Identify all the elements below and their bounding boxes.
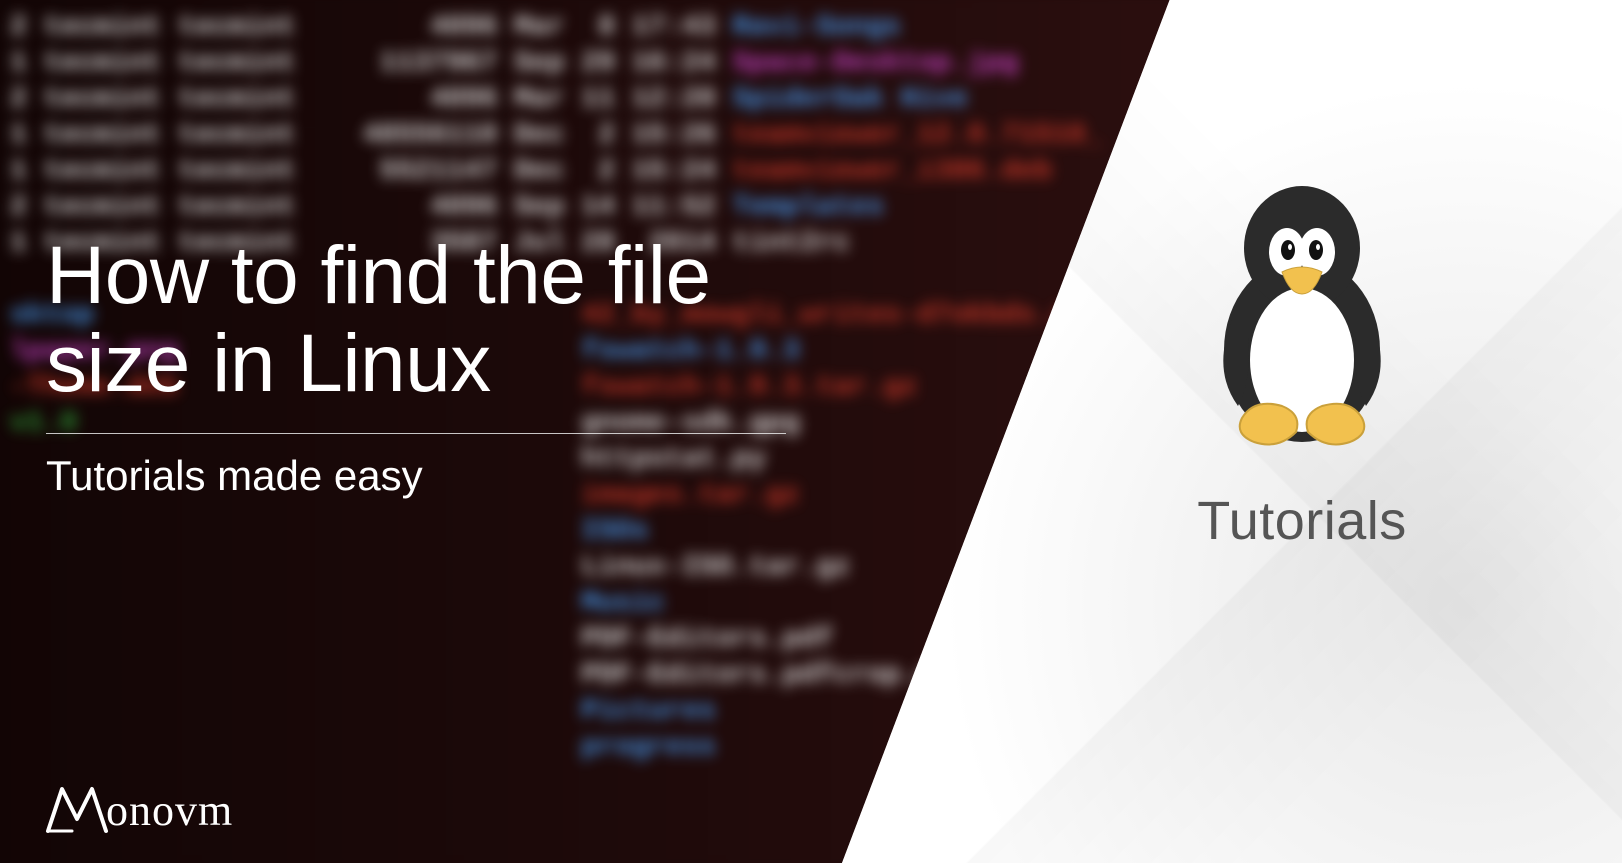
monovm-mark-icon [44,781,110,839]
headline-block: How to find the file size in Linux Tutor… [46,232,786,500]
tux-penguin-icon [1182,170,1422,450]
brand-word: onovm [106,785,233,836]
headline-line2: size in Linux [46,318,491,409]
headline-subtitle: Tutorials made easy [46,452,786,500]
tutorials-label: Tutorials [1197,490,1407,552]
promo-banner: 2 tecmint tecmint 4096 Mar 8 17:43 Ravi-… [0,0,1622,863]
brand-logo: onovm [44,781,233,839]
headline-title: How to find the file size in Linux [46,232,786,407]
headline-line1: How to find the file [46,230,711,321]
headline-divider [46,433,786,434]
